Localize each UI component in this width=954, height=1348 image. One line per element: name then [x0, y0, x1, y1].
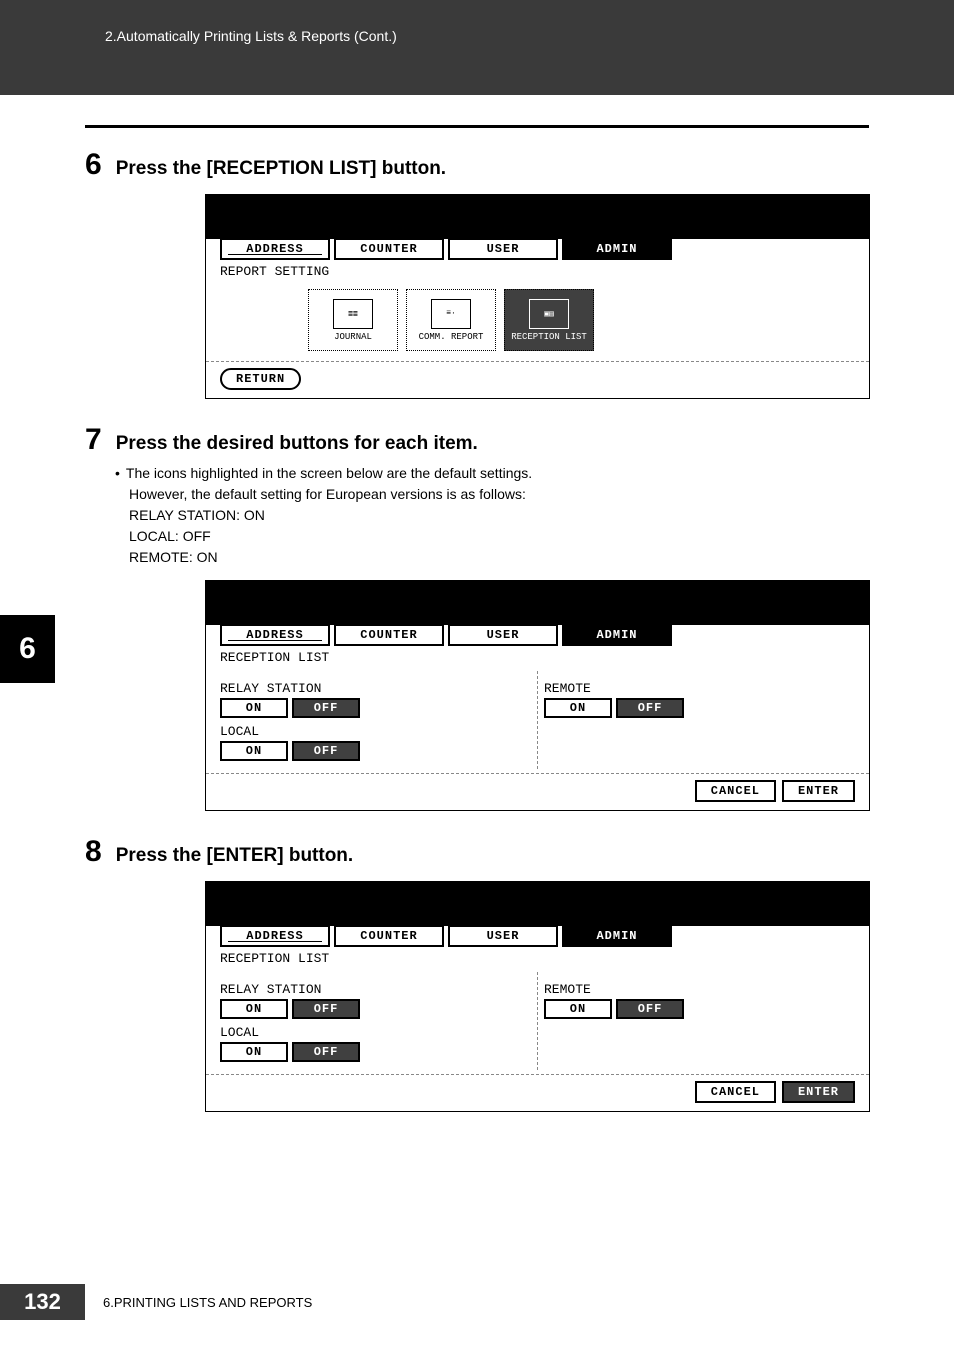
- tab-row: ADDRESS COUNTER USER ADMIN: [220, 925, 855, 947]
- step-7-header: 7 Press the desired buttons for each ite…: [85, 423, 869, 457]
- step-number: 7: [85, 423, 102, 457]
- tab-address[interactable]: ADDRESS: [220, 925, 330, 947]
- comm-report-label: COMM. REPORT: [419, 332, 484, 342]
- tab-user[interactable]: USER: [448, 624, 558, 646]
- device-screenshot-reception-list-enter: ADDRESS COUNTER USER ADMIN RECEPTION LIS…: [205, 881, 870, 1112]
- step-title: Press the [ENTER] button.: [116, 845, 354, 867]
- relay-station-label: RELAY STATION: [220, 681, 527, 696]
- note-text: RELAY STATION: ON: [129, 505, 869, 526]
- screen-section-label: REPORT SETTING: [220, 264, 855, 279]
- enter-button[interactable]: ENTER: [782, 780, 855, 802]
- note-text: The icons highlighted in the screen belo…: [126, 463, 532, 484]
- local-label: LOCAL: [220, 724, 527, 739]
- note-text: LOCAL: OFF: [129, 526, 869, 547]
- step-7-notes: • The icons highlighted in the screen be…: [115, 463, 869, 568]
- step-title: Press the desired buttons for each item.: [116, 433, 478, 455]
- journal-icon: ≣≣: [333, 299, 373, 329]
- tab-counter[interactable]: COUNTER: [334, 925, 444, 947]
- screen-status-bar: [206, 581, 869, 625]
- local-on-button[interactable]: ON: [220, 1042, 288, 1062]
- note-text: However, the default setting for Europea…: [129, 484, 869, 505]
- tab-counter[interactable]: COUNTER: [334, 624, 444, 646]
- screen-section-label: RECEPTION LIST: [220, 951, 855, 966]
- column-divider: [537, 671, 538, 769]
- relay-station-off-button[interactable]: OFF: [292, 698, 360, 718]
- relay-station-label: RELAY STATION: [220, 982, 527, 997]
- local-off-button[interactable]: OFF: [292, 741, 360, 761]
- relay-station-on-button[interactable]: ON: [220, 999, 288, 1019]
- tab-counter[interactable]: COUNTER: [334, 238, 444, 260]
- page-number-badge: 132: [0, 1284, 85, 1320]
- step-6-header: 6 Press the [RECEPTION LIST] button.: [85, 148, 869, 182]
- step-number: 8: [85, 835, 102, 869]
- tab-row: ADDRESS COUNTER USER ADMIN: [220, 238, 855, 260]
- local-on-button[interactable]: ON: [220, 741, 288, 761]
- dashed-divider: [206, 773, 869, 774]
- column-divider: [537, 972, 538, 1070]
- tab-address[interactable]: ADDRESS: [220, 238, 330, 260]
- return-button[interactable]: RETURN: [220, 368, 301, 390]
- tab-user[interactable]: USER: [448, 238, 558, 260]
- reception-list-button[interactable]: ▣▤ RECEPTION LIST: [504, 289, 594, 351]
- comm-report-icon: ≡·: [431, 299, 471, 329]
- comm-report-button[interactable]: ≡· COMM. REPORT: [406, 289, 496, 351]
- remote-off-button[interactable]: OFF: [616, 698, 684, 718]
- journal-label: JOURNAL: [334, 332, 372, 342]
- divider: [85, 125, 869, 128]
- breadcrumb: 2.Automatically Printing Lists & Reports…: [105, 28, 397, 44]
- dashed-divider: [206, 361, 869, 362]
- header-band: 2.Automatically Printing Lists & Reports…: [0, 0, 954, 95]
- cancel-button[interactable]: CANCEL: [695, 1081, 776, 1103]
- step-title: Press the [RECEPTION LIST] button.: [116, 158, 446, 180]
- remote-label: REMOTE: [544, 982, 851, 997]
- page-footer: 132 6.PRINTING LISTS AND REPORTS: [0, 1284, 954, 1320]
- remote-on-button[interactable]: ON: [544, 999, 612, 1019]
- device-screenshot-report-setting: ADDRESS COUNTER USER ADMIN REPORT SETTIN…: [205, 194, 870, 399]
- screen-section-label: RECEPTION LIST: [220, 650, 855, 665]
- tab-row: ADDRESS COUNTER USER ADMIN: [220, 624, 855, 646]
- tab-admin[interactable]: ADMIN: [562, 925, 672, 947]
- reception-list-icon: ▣▤: [529, 299, 569, 329]
- tab-address[interactable]: ADDRESS: [220, 624, 330, 646]
- dashed-divider: [206, 1074, 869, 1075]
- footer-chapter-text: 6.PRINTING LISTS AND REPORTS: [103, 1295, 312, 1310]
- remote-on-button[interactable]: ON: [544, 698, 612, 718]
- screen-status-bar: [206, 195, 869, 239]
- remote-label: REMOTE: [544, 681, 851, 696]
- screen-status-bar: [206, 882, 869, 926]
- step-number: 6: [85, 148, 102, 182]
- relay-station-on-button[interactable]: ON: [220, 698, 288, 718]
- chapter-side-tab: 6: [0, 615, 55, 683]
- note-text: REMOTE: ON: [129, 547, 869, 568]
- local-off-button[interactable]: OFF: [292, 1042, 360, 1062]
- remote-off-button[interactable]: OFF: [616, 999, 684, 1019]
- tab-admin[interactable]: ADMIN: [562, 238, 672, 260]
- relay-station-off-button[interactable]: OFF: [292, 999, 360, 1019]
- cancel-button[interactable]: CANCEL: [695, 780, 776, 802]
- reception-list-label: RECEPTION LIST: [511, 332, 587, 342]
- journal-button[interactable]: ≣≣ JOURNAL: [308, 289, 398, 351]
- step-8-header: 8 Press the [ENTER] button.: [85, 835, 869, 869]
- bullet-icon: •: [115, 463, 120, 484]
- device-screenshot-reception-list-defaults: ADDRESS COUNTER USER ADMIN RECEPTION LIS…: [205, 580, 870, 811]
- tab-admin[interactable]: ADMIN: [562, 624, 672, 646]
- enter-button[interactable]: ENTER: [782, 1081, 855, 1103]
- tab-user[interactable]: USER: [448, 925, 558, 947]
- local-label: LOCAL: [220, 1025, 527, 1040]
